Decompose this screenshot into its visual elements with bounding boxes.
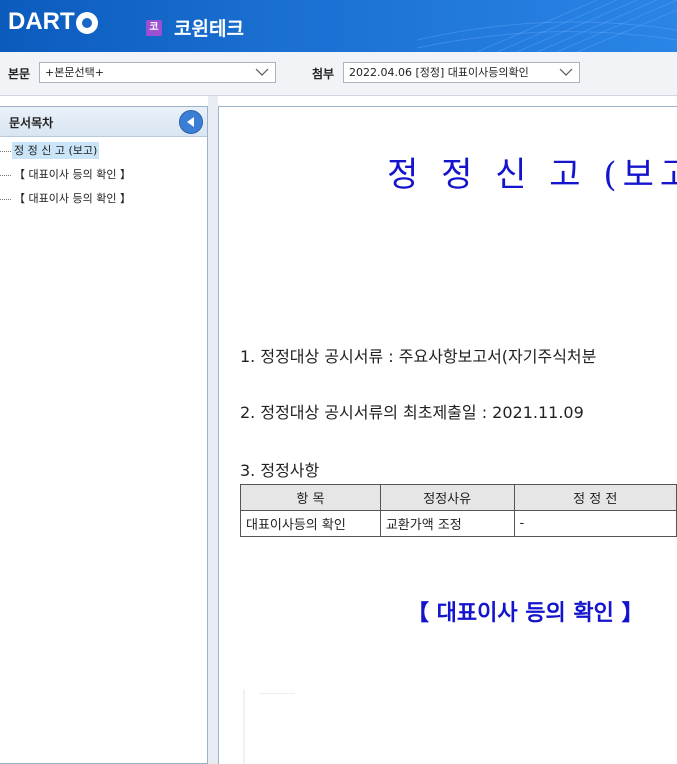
table-header-row: 항 목 정정사유 정 정 전 [240, 484, 677, 511]
toc-item-ceo-confirmation[interactable]: 【 대표이사 등의 확인 】 [0, 187, 207, 211]
toc-item-correction-report[interactable]: 정 정 신 고 (보고) [0, 139, 207, 163]
attachment-label: 첨부 [312, 67, 335, 81]
chevron-down-icon [559, 68, 573, 76]
toc-title: 문서목차 [9, 116, 54, 130]
main-doc-select[interactable]: +본문선택+ [39, 62, 276, 83]
toc-item-label: 【 대표이사 등의 확인 】 [14, 192, 131, 205]
table-header-cell: 정 정 전 [513, 484, 677, 511]
company-badge: 코 [146, 19, 162, 36]
toc-item-label: 정 정 신 고 (보고) [12, 142, 100, 159]
correction-items-heading: 3. 정정사항 [240, 461, 320, 480]
chevron-left-icon[interactable] [179, 110, 203, 134]
toc-sidebar: 문서목차 정 정 신 고 (보고) 【 대표이사 등의 확인 】 【 대표이사 … [0, 106, 208, 764]
toc-item-ceo-confirmation[interactable]: 【 대표이사 등의 확인 】 [0, 163, 207, 187]
toc-item-label: 【 대표이사 등의 확인 】 [14, 168, 131, 181]
correction-target-document: 1. 정정대상 공시서류 : 주요사항보고서(자기주식처분 [240, 347, 597, 366]
document-viewer: 정 정 신 고 (보고 1. 정정대상 공시서류 : 주요사항보고서(자기주식처… [218, 106, 677, 764]
table-row: 대표이사등의 확인 교환가액 조정 - [240, 510, 677, 537]
company-name: 코윈테크 [174, 18, 244, 40]
document-title: 정 정 신 고 (보고 [387, 155, 677, 195]
table-header-cell: 항 목 [240, 484, 381, 511]
main-doc-select-value: +본문선택+ [45, 66, 104, 79]
logo-text: DART [8, 8, 75, 35]
table-header-cell: 정정사유 [379, 484, 515, 511]
main-doc-label: 본문 [8, 67, 31, 81]
original-submission-date: 2. 정정대상 공시서류의 최초제출일 : 2021.11.09 [240, 403, 584, 422]
dart-logo[interactable]: DART [8, 8, 98, 36]
faint-mark [243, 689, 245, 764]
table-cell: - [513, 510, 677, 537]
app-header: DART 코 코윈테크 [0, 0, 677, 52]
panel-splitter[interactable] [208, 96, 218, 764]
chevron-down-icon [255, 68, 269, 76]
header-decoration [417, 0, 677, 52]
document-toolbar: 본문 +본문선택+ 첨부 2022.04.06 [정정] 대표이사등의확인 [0, 52, 677, 96]
attachment-select-value: 2022.04.06 [정정] 대표이사등의확인 [349, 66, 529, 79]
company-heading: 코 코윈테크 [146, 14, 244, 41]
attachment-select[interactable]: 2022.04.06 [정정] 대표이사등의확인 [343, 62, 580, 83]
section-title: 【 대표이사 등의 확인 】 [407, 600, 644, 626]
toc-header: 문서목차 [0, 107, 207, 137]
correction-table: 항 목 정정사유 정 정 전 대표이사등의 확인 교환가액 조정 - [240, 484, 677, 537]
logo-mark-icon [75, 12, 98, 34]
faint-mark [259, 693, 295, 694]
toc-tree: 정 정 신 고 (보고) 【 대표이사 등의 확인 】 【 대표이사 등의 확인… [0, 137, 207, 211]
table-cell: 대표이사등의 확인 [240, 510, 381, 537]
table-cell: 교환가액 조정 [379, 510, 515, 537]
